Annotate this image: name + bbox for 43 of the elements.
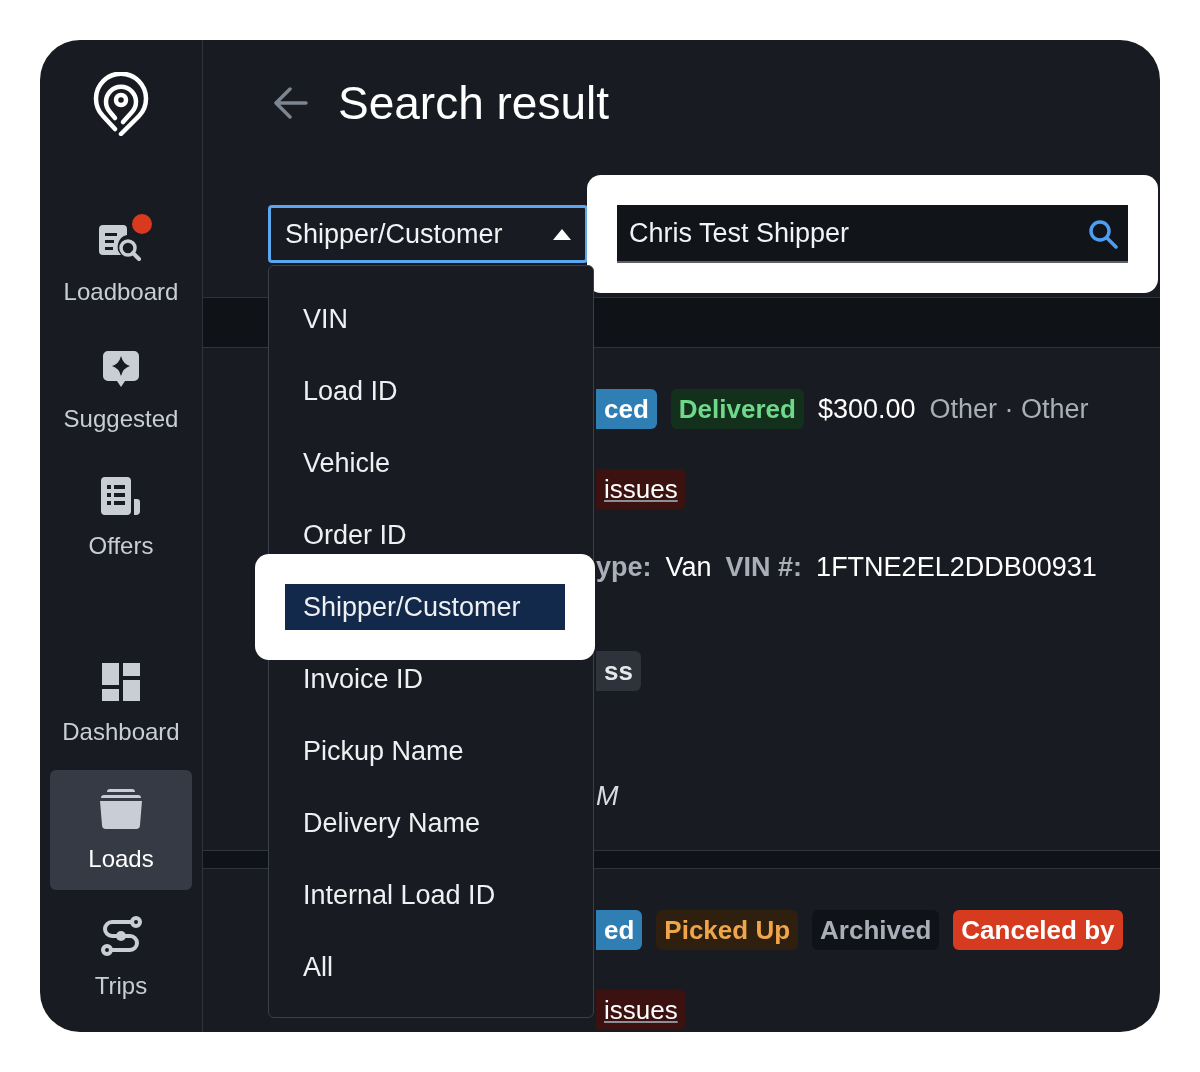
sidebar-nav-item[interactable]: Loads (50, 770, 192, 890)
dropdown-option[interactable]: All (285, 944, 565, 990)
status-tag: issues (596, 990, 686, 1030)
page-title: Search result (338, 76, 609, 131)
status-tag: ss (596, 651, 641, 691)
dropdown-option[interactable]: Internal Load ID (285, 872, 565, 918)
dropdown-option[interactable]: Order ID (285, 512, 565, 558)
status-tag: Picked Up (656, 910, 799, 950)
category-text: Other · Other (929, 393, 1089, 425)
dropdown-option[interactable]: Shipper/Customer (285, 584, 565, 630)
status-tag: Delivered (670, 389, 804, 429)
field-value: Van (665, 551, 712, 583)
list-document-icon (100, 475, 142, 517)
sidebar-nav-item[interactable]: Dashboard (50, 643, 192, 763)
dropdown-option[interactable]: VIN (285, 296, 565, 342)
route-icon (99, 915, 143, 957)
dashboard-icon (102, 663, 140, 701)
status-tag: issues (596, 469, 686, 509)
status-tag: ed (596, 910, 643, 950)
dropdown-option[interactable]: Invoice ID (285, 656, 565, 702)
caret-icon (553, 228, 571, 240)
dropdown-option[interactable]: Load ID (285, 368, 565, 414)
dropdown-option[interactable]: Pickup Name (285, 728, 565, 774)
search-field-select[interactable]: Shipper/Customer (268, 205, 588, 263)
sidebar-nav-item[interactable]: Suggested (50, 330, 192, 450)
back-arrow-icon[interactable] (274, 87, 308, 119)
dropdown-option[interactable]: Vehicle (285, 440, 565, 486)
note-text: M (596, 780, 619, 812)
dropdown-option[interactable]: Delivery Name (285, 800, 565, 846)
sidebar-nav-item[interactable]: Trips (50, 897, 192, 1017)
location-pin-logo (93, 72, 149, 136)
status-tag: Canceled by (953, 910, 1123, 950)
status-tag: ced (596, 389, 657, 429)
sidebar-nav-item[interactable]: Offers (50, 457, 192, 577)
price-text: $300.00 (817, 393, 916, 425)
search-input[interactable]: Chris Test Shipper (617, 205, 1128, 263)
field-label: ype: (596, 551, 652, 583)
search-icon[interactable] (1088, 219, 1118, 249)
sidebar-nav-item[interactable]: Loadboard (50, 203, 192, 323)
stacked-tray-icon (99, 789, 143, 829)
field-label: VIN #: (725, 551, 803, 583)
field-value: 1FTNE2EL2DDB00931 (816, 551, 1097, 583)
status-tag: Archived (812, 910, 940, 950)
